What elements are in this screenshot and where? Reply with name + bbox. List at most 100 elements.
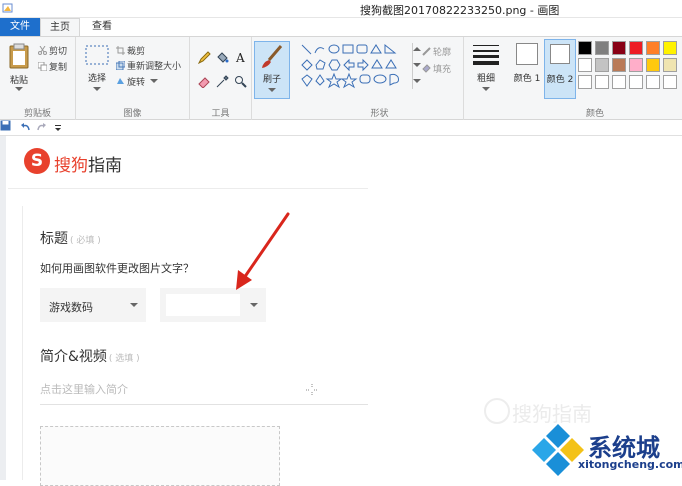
palette-color-swatch[interactable] [612, 41, 626, 55]
rotate-button[interactable]: 旋转 [116, 75, 158, 88]
fill-button[interactable]: 填充 [422, 62, 451, 75]
size-label: 粗细 [476, 74, 495, 84]
drawing-canvas[interactable]: S 搜狗指南 标题( 必填 ) 如何用画图软件更改图片文字？ 游戏数码 简介&视… [0, 136, 682, 486]
paste-button[interactable]: 粘贴 [4, 41, 34, 101]
intro-optional-hint: ( 选填 ) [108, 354, 140, 364]
color1-swatch [516, 43, 538, 65]
pencil-icon[interactable] [198, 51, 211, 64]
palette-color-swatch[interactable] [578, 41, 592, 55]
text-icon[interactable]: A [234, 51, 247, 64]
eraser-icon[interactable] [198, 75, 211, 88]
crop-icon [116, 46, 125, 55]
outline-label: 轮廓 [433, 48, 452, 58]
cut-button[interactable]: 剪切 [38, 44, 67, 57]
customize-qat-icon[interactable] [54, 123, 63, 132]
clipboard-icon [9, 43, 29, 69]
palette-color-swatch[interactable] [612, 75, 626, 89]
watermark-logo-icon [484, 398, 510, 424]
undo-icon[interactable] [20, 122, 31, 133]
tab-home[interactable]: 主页 [40, 18, 80, 36]
palette-color-swatch[interactable] [663, 41, 677, 55]
palette-color-swatch[interactable] [578, 75, 592, 89]
select-button[interactable]: 选择 [82, 43, 112, 99]
palette-color-swatch[interactable] [629, 75, 643, 89]
resize-button[interactable]: 重新调整大小 [116, 59, 181, 72]
save-icon[interactable] [0, 120, 11, 131]
title-field-label: 标题( 必填 ) [40, 228, 101, 248]
logo-brand-text: 搜狗 [54, 156, 88, 176]
clipboard-group: 粘贴 剪切 复制 剪贴板 [0, 37, 76, 121]
palette-color-swatch[interactable] [663, 75, 677, 89]
fill-bucket-icon[interactable] [216, 51, 229, 64]
upload-area[interactable] [40, 426, 280, 486]
palette-color-swatch[interactable] [595, 41, 609, 55]
shapes-scroll-up-icon[interactable] [413, 47, 421, 51]
crop-label: 裁剪 [127, 47, 146, 57]
tab-file[interactable]: 文件 [0, 18, 40, 36]
window-title: 搜狗截图20170822233250.png - 画图 [360, 4, 560, 17]
palette-color-swatch[interactable] [646, 41, 660, 55]
palette-color-swatch[interactable] [646, 75, 660, 89]
shapes-expand-icon[interactable] [413, 79, 421, 83]
palette-color-swatch[interactable] [612, 58, 626, 72]
paint-app-icon[interactable] [2, 2, 14, 14]
redo-icon[interactable] [36, 122, 47, 133]
title-label-text: 标题 [40, 231, 68, 247]
select-rectangle-icon [85, 45, 109, 65]
brushes-dropdown-icon [268, 88, 276, 92]
palette-color-swatch[interactable] [578, 58, 592, 72]
category-select-value: 游戏数码 [49, 301, 93, 314]
rotate-dropdown-icon [149, 79, 158, 83]
tab-view[interactable]: 查看 [82, 18, 122, 36]
select-label: 选择 [87, 74, 106, 84]
brushes-label: 刷子 [262, 75, 281, 85]
color-picker-icon[interactable] [216, 75, 229, 88]
color2-button[interactable]: 颜色 2 [544, 39, 576, 99]
shapes-scrollbar[interactable] [412, 43, 421, 89]
question-title-text[interactable]: 如何用画图软件更改图片文字？ [40, 260, 194, 276]
sogou-logo-icon: S [24, 148, 50, 174]
chevron-down-icon [130, 303, 138, 307]
intro-input[interactable]: 点击这里输入简介 [40, 381, 128, 397]
svg-text:A: A [235, 51, 245, 64]
brushes-button[interactable]: 刷子 [254, 41, 290, 99]
paste-dropdown-icon [15, 87, 23, 91]
ribbon-tabs: 文件 主页 查看 [0, 18, 682, 36]
quick-access-toolbar [0, 120, 682, 136]
crosshair-cursor-icon [306, 384, 318, 396]
scissors-icon [38, 46, 47, 55]
tools-group-label: 工具 [211, 109, 230, 119]
crop-button[interactable]: 裁剪 [116, 44, 145, 57]
colors-group: 颜色 1 颜色 2 颜色 [508, 37, 682, 121]
image-group: 选择 裁剪 重新调整大小 旋转 图像 [76, 37, 190, 121]
palette-color-swatch[interactable] [595, 75, 609, 89]
outline-button[interactable]: 轮廓 [422, 45, 451, 58]
rotate-label: 旋转 [127, 78, 146, 88]
shapes-scroll-down-icon[interactable] [413, 63, 421, 67]
site-url: xitongcheng.com [578, 458, 682, 471]
rotate-icon [117, 78, 124, 84]
intro-underline [40, 404, 368, 405]
palette-color-swatch[interactable] [629, 41, 643, 55]
panel-left-border [22, 206, 23, 480]
line-width-icon [473, 45, 499, 65]
category-select[interactable]: 游戏数码 [40, 288, 146, 322]
copy-icon [38, 62, 47, 71]
magnifier-icon[interactable] [234, 75, 247, 88]
fill-icon [422, 64, 431, 73]
canvas-left-edge [0, 136, 6, 480]
palette-color-swatch[interactable] [646, 58, 660, 72]
fill-label: 填充 [433, 65, 452, 75]
title-required-hint: ( 必填 ) [70, 236, 101, 246]
clipboard-group-label: 剪贴板 [23, 109, 51, 119]
shapes-gallery[interactable] [300, 43, 412, 89]
size-button[interactable]: 粗细 [468, 41, 504, 99]
copy-button[interactable]: 复制 [38, 60, 67, 73]
color1-label: 颜色 1 [513, 74, 541, 84]
palette-color-swatch[interactable] [629, 58, 643, 72]
palette-color-swatch[interactable] [663, 58, 677, 72]
palette-color-swatch[interactable] [595, 58, 609, 72]
color1-button[interactable]: 颜色 1 [512, 41, 542, 97]
resize-label: 重新调整大小 [127, 62, 182, 72]
intro-field-label: 简介&视频( 选填 ) [40, 346, 140, 366]
